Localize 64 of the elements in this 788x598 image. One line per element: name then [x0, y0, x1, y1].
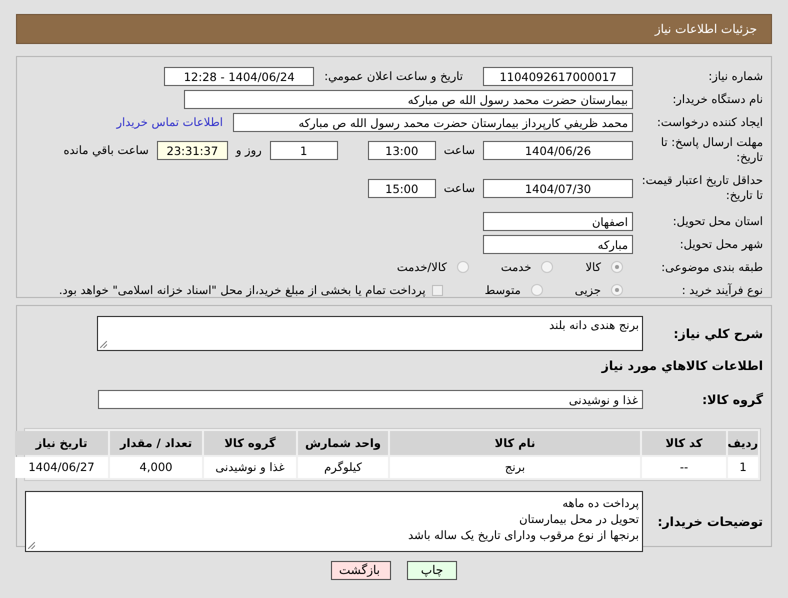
column-header: تاریخ نیاز	[15, 431, 108, 455]
option-label: جزیی	[574, 283, 601, 297]
print-button[interactable]: چاپ	[407, 561, 457, 580]
section-heading: اطلاعات کالاهاي مورد نیاز	[600, 358, 763, 375]
remaining-label: ساعت باقي مانده	[64, 143, 149, 157]
option-label: خدمت	[500, 260, 532, 274]
column-header: نام کالا	[390, 431, 640, 455]
city-field: مبارکه	[483, 234, 633, 254]
back-button[interactable]: بازگشت	[331, 561, 391, 580]
creator-field: محمد ظريفي كارپرداز بيمارستان حضرت محمد رسول الله ص مباركه	[233, 112, 633, 132]
field-label: ايجاد کننده درخواست:	[656, 115, 763, 129]
buyer-org-field: بيمارستان حضرت محمد رسول الله ص مباركه	[184, 90, 633, 108]
radio-button[interactable]	[611, 261, 623, 273]
description-box: برنج هندی دانه بلند	[97, 316, 643, 350]
validity-date-field: 1404/07/30	[483, 178, 633, 198]
field-label: استان محل تحویل:	[672, 214, 763, 228]
need-number-field: 1104092617000017	[483, 66, 633, 86]
remaining-time-field: 23:31:37	[156, 140, 228, 160]
buyer-contact-link[interactable]: اطلاعات تماس خريدار	[116, 115, 223, 129]
table-cell: 1	[728, 457, 758, 478]
field-label: تاريخ و ساعت اعلان عمومي:	[324, 69, 463, 83]
column-header: ردیف	[728, 431, 758, 455]
treasury-note: پرداخت تمام یا بخشی از مبلغ خرید،از محل "اسناد خزانه اسلامی" خواهد بود.	[58, 283, 426, 297]
radio-button[interactable]	[456, 261, 469, 273]
field-label: مهلت ارسال پاسخ: تا تاريخ:	[660, 135, 763, 165]
checkbox[interactable]	[432, 284, 443, 296]
days-label: روز و	[236, 143, 262, 157]
validity-time-field: 15:00	[368, 178, 436, 198]
column-header: کد کالا	[642, 431, 726, 455]
field-label: حداقل تاريخ اعتبار قيمت: تا تاريخ:	[640, 173, 763, 203]
deadline-time-field: 13:00	[368, 140, 436, 160]
option-label: متوسط	[484, 283, 521, 297]
field-label: طبقه بندی موضوعی:	[660, 260, 763, 274]
field-label: شماره نیاز:	[707, 69, 763, 83]
resize-grip-icon	[100, 340, 107, 348]
note-line: پرداخت ده ماهه	[561, 494, 639, 510]
table-cell: 4,000	[110, 457, 202, 478]
days-field: 1	[270, 140, 338, 160]
table-cell: کیلوگرم	[298, 457, 388, 478]
option-label: کالا/خدمت	[396, 260, 447, 274]
time-label: ساعت	[444, 143, 475, 157]
column-header: تعداد / مقدار	[110, 431, 202, 455]
note-line: برنجها از نوع مرقوب ودارای تاریخ یک ساله باشد	[407, 526, 639, 542]
resize-grip-icon	[28, 542, 35, 548]
deadline-date-field: 1404/06/26	[483, 140, 633, 160]
radio-button[interactable]	[541, 261, 554, 273]
field-label: شهر محل تحویل:	[678, 237, 763, 251]
page-title: جزئیات اطلاعات نیاز	[654, 22, 757, 36]
option-label: کالا	[585, 260, 601, 274]
column-header: گروه کالا	[204, 431, 296, 455]
column-header: واحد شمارش	[298, 431, 388, 455]
note-line: تحویل در محل بیمارستان	[518, 510, 639, 526]
field-label: نام دستگاه خريدار:	[671, 92, 763, 106]
table-cell: 1404/06/27	[15, 457, 108, 478]
table-cell: برنج	[390, 457, 640, 478]
table-cell: --	[642, 457, 726, 478]
field-label: نوع فرآیند خرید :	[680, 283, 763, 297]
radio-button[interactable]	[611, 284, 623, 296]
announce-date-field: 1404/06/24 - 12:28	[164, 66, 314, 86]
table-cell: غذا و نوشیدنی	[204, 457, 296, 478]
radio-button[interactable]	[530, 284, 543, 296]
goods-group-field: غذا و نوشیدنی	[98, 390, 643, 408]
time-label: ساعت	[444, 181, 475, 195]
province-field: اصفهان	[483, 212, 633, 230]
